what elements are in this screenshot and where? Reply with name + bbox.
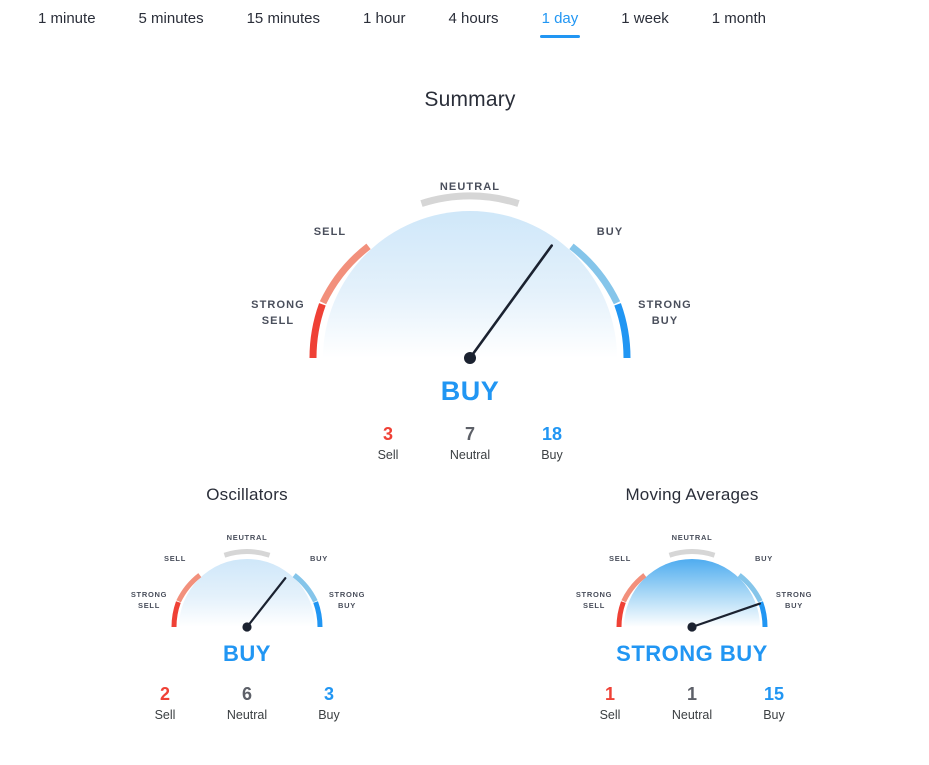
oscillators-gauge-block: Oscillators STRONG SELL SELL NEUTRAL BUY… [77, 485, 417, 725]
count-label: Buy [318, 708, 340, 722]
label-sell: SELL [164, 554, 186, 563]
gauge-fill [323, 211, 617, 358]
moving-averages-gauge-block: Moving Averages STRONG SELL SELL NEUTRAL… [522, 485, 862, 725]
arc-neutral [668, 549, 716, 558]
label-strong-sell-line1: STRONG [251, 299, 305, 311]
tab-1-hour[interactable]: 1 hour [363, 10, 406, 38]
timeframe-tabbar: 1 minute 5 minutes 15 minutes 1 hour 4 h… [0, 0, 929, 38]
count-label: Sell [599, 708, 621, 722]
summary-gauge-svg: STRONG SELL SELL NEUTRAL BUY STRONG BUY [251, 181, 692, 364]
oscillators-gauge: STRONG SELL SELL NEUTRAL BUY STRONG BUY [77, 511, 417, 635]
summary-count-neutral: 7 Neutral [429, 423, 511, 465]
label-strong-sell-line2: SELL [262, 315, 295, 327]
count-value: 1 [604, 684, 615, 704]
count-label: Sell [377, 448, 399, 462]
summary-count-buy: 18 Buy [511, 423, 593, 465]
tab-label: 5 minutes [138, 10, 204, 27]
needle-pivot [242, 622, 252, 632]
tab-label: 1 hour [362, 10, 406, 27]
count-value: 3 [382, 424, 393, 444]
arc-strong-sell [616, 601, 626, 628]
tab-label: 4 hours [448, 10, 499, 27]
arc-neutral [223, 549, 271, 558]
tab-label: 1 month [711, 10, 766, 27]
label-buy: BUY [310, 554, 328, 563]
tab-15-minutes[interactable]: 15 minutes [247, 10, 320, 38]
gauge-fill [179, 559, 315, 627]
moving-averages-title: Moving Averages [625, 485, 759, 504]
moving-averages-gauge: STRONG SELL SELL NEUTRAL BUY STRONG BUY [522, 511, 862, 635]
label-sell: SELL [609, 554, 631, 563]
oscillators-count-buy: 3 Buy [288, 683, 370, 725]
needle-pivot [464, 352, 476, 364]
arc-strong-buy [758, 601, 768, 628]
moving-averages-count-sell: 1 Sell [569, 683, 651, 725]
oscillators-count-neutral: 6 Neutral [206, 683, 288, 725]
tab-label: 1 week [621, 10, 669, 27]
label-strong-buy-line1: STRONG [638, 299, 692, 311]
tab-1-month[interactable]: 1 month [712, 10, 766, 38]
summary-gauge-block: Summary STRONG SELL SELL NEUTRAL BUY STR… [180, 88, 760, 465]
moving-averages-count-neutral: 1 Neutral [651, 683, 733, 725]
label-buy: BUY [597, 226, 624, 238]
count-label: Neutral [226, 708, 268, 722]
label-neutral: NEUTRAL [672, 533, 713, 542]
count-label: Buy [541, 448, 563, 462]
label-strong-buy-line2: BUY [785, 601, 803, 610]
tab-label: 15 minutes [246, 10, 320, 27]
label-strong-sell-line1: STRONG [131, 590, 167, 599]
count-label: Neutral [671, 708, 713, 722]
count-value: 15 [763, 684, 785, 704]
label-sell: SELL [314, 226, 347, 238]
tab-1-day[interactable]: 1 day [539, 10, 580, 38]
count-label: Neutral [449, 448, 491, 462]
count-value: 18 [541, 424, 563, 444]
moving-averages-count-buy: 15 Buy [733, 683, 815, 725]
label-neutral: NEUTRAL [227, 533, 268, 542]
moving-averages-gauge-svg: STRONG SELL SELL NEUTRAL BUY STRONG BUY [576, 533, 812, 632]
label-strong-buy-line2: BUY [652, 315, 679, 327]
needle-pivot [687, 622, 697, 632]
tab-5-minutes[interactable]: 5 minutes [139, 10, 204, 38]
label-strong-sell-line2: SELL [583, 601, 605, 610]
arc-strong-sell [309, 303, 326, 359]
tab-1-week[interactable]: 1 week [621, 10, 669, 38]
count-value: 7 [464, 424, 475, 444]
label-strong-sell-line1: STRONG [576, 590, 612, 599]
oscillators-count-sell: 2 Sell [124, 683, 206, 725]
summary-title: Summary [424, 88, 516, 111]
tab-1-minute[interactable]: 1 minute [38, 10, 96, 38]
summary-verdict: BUY [440, 376, 500, 406]
arc-strong-sell [171, 601, 181, 628]
count-label: Sell [154, 708, 176, 722]
tab-4-hours[interactable]: 4 hours [449, 10, 499, 38]
count-value: 6 [241, 684, 252, 704]
count-value: 3 [323, 684, 334, 704]
count-label: Buy [763, 708, 785, 722]
label-strong-sell-line2: SELL [138, 601, 160, 610]
count-value: 1 [686, 684, 697, 704]
arc-strong-buy [614, 303, 631, 359]
oscillators-title: Oscillators [206, 485, 288, 504]
oscillators-gauge-svg: STRONG SELL SELL NEUTRAL BUY STRONG BUY [131, 533, 365, 632]
label-neutral: NEUTRAL [440, 181, 500, 193]
label-buy: BUY [755, 554, 773, 563]
tab-label: 1 minute [38, 10, 96, 27]
oscillators-counts: 2 Sell 6 Neutral 3 Buy [77, 683, 417, 725]
tab-label: 1 day [541, 10, 579, 27]
label-strong-buy-line1: STRONG [329, 590, 365, 599]
oscillators-verdict: BUY [223, 641, 271, 666]
label-strong-buy-line1: STRONG [776, 590, 812, 599]
arc-strong-buy [313, 601, 323, 628]
moving-averages-counts: 1 Sell 1 Neutral 15 Buy [522, 683, 862, 725]
summary-counts: 3 Sell 7 Neutral 18 Buy [180, 423, 760, 465]
count-value: 2 [159, 684, 170, 704]
gauge-fill [624, 559, 760, 627]
label-strong-buy-line2: BUY [338, 601, 356, 610]
moving-averages-verdict: STRONG BUY [616, 641, 768, 666]
summary-gauge: STRONG SELL SELL NEUTRAL BUY STRONG BUY [180, 118, 760, 370]
arc-neutral [420, 192, 520, 207]
summary-count-sell: 3 Sell [347, 423, 429, 465]
